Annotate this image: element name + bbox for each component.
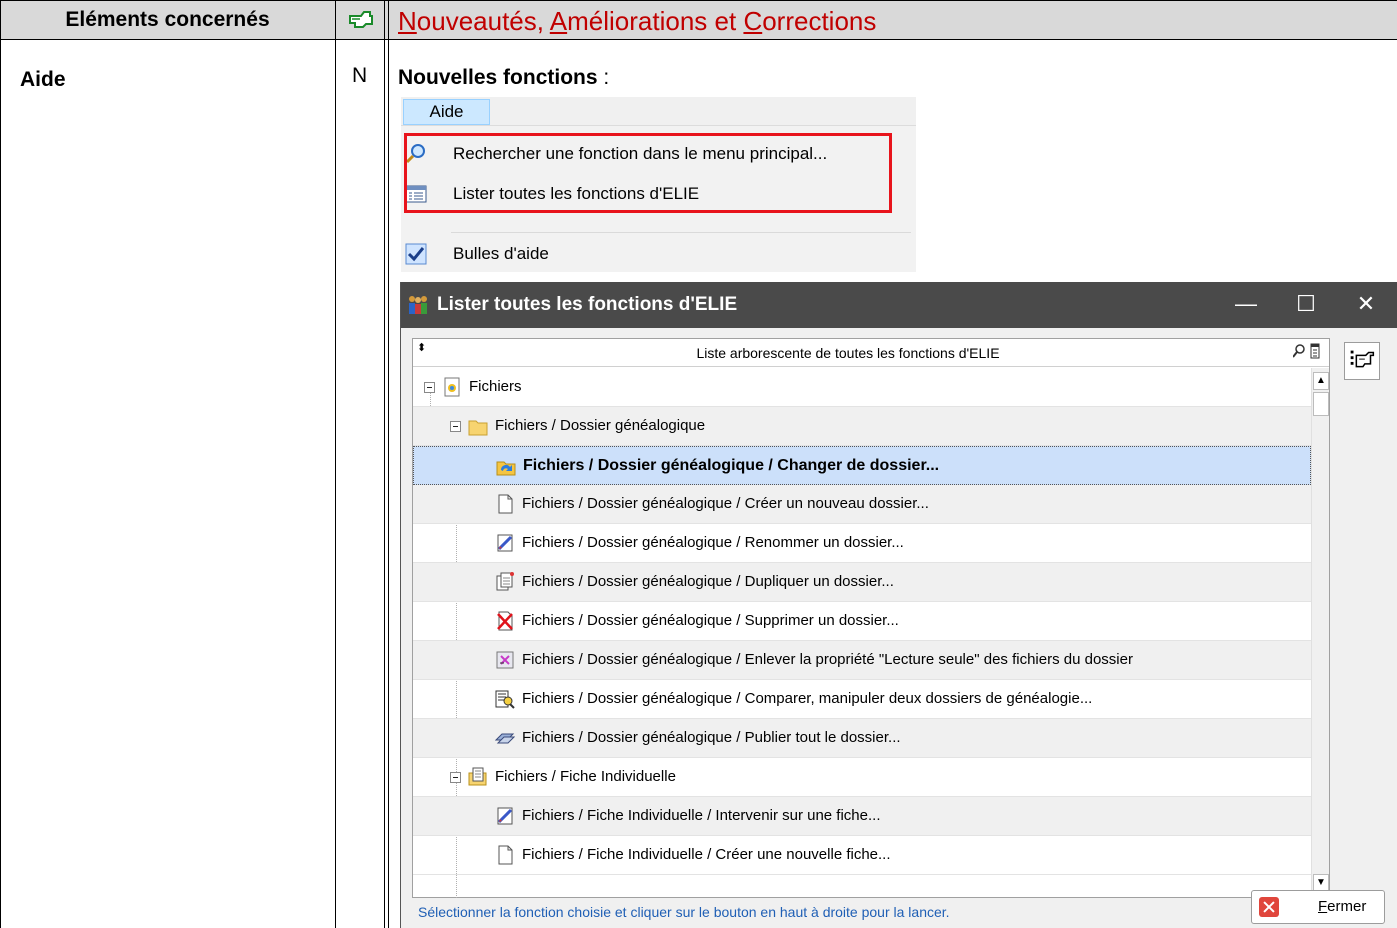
card-icon (468, 767, 487, 786)
blank-page-icon (498, 494, 513, 514)
tree-row-label: Fichiers / Dossier généalogique / Dupliq… (522, 573, 894, 590)
aide-menu[interactable]: Aide (403, 99, 490, 125)
elements-column-header: Eléments concernés (65, 8, 270, 31)
publish-icon (495, 733, 515, 744)
tree-row-label: Fichiers / Fiche Individuelle / Créer un… (522, 846, 891, 863)
dialog-title: Lister toutes les fonctions d'ELIE (437, 294, 738, 315)
tree-row[interactable]: Fichiers / Dossier généalogique / Enleve… (413, 641, 1311, 680)
minimize-button[interactable]: — (1216, 282, 1276, 328)
header-text: ouveautés, (416, 6, 550, 36)
table-border (384, 0, 385, 928)
new-functions-heading: Nouvelles fonctions : (398, 66, 609, 90)
tree-row[interactable]: Fichiers / Dossier généalogique / Change… (413, 446, 1311, 485)
type-cell: N (352, 64, 368, 87)
checked-bubble-icon (405, 243, 427, 265)
rename-icon (497, 534, 513, 552)
heading-bold: Nouvelles fonctions (398, 66, 598, 89)
table-border (388, 0, 389, 928)
collapse-toggle[interactable] (424, 382, 435, 393)
readonly-icon (496, 651, 514, 669)
tree-row-label: Fichiers / Dossier généalogique / Change… (523, 457, 940, 474)
tree-row[interactable]: Fichiers / Dossier généalogique / Renomm… (413, 524, 1311, 563)
delete-icon (497, 611, 513, 631)
tree-row-label: Fichiers / Dossier généalogique / Suppri… (522, 612, 899, 629)
scroll-up-button[interactable]: ▲ (1313, 372, 1329, 390)
blank-page-icon (498, 845, 513, 865)
tree-row-label: Fichiers / Fiche Individuelle (495, 768, 676, 785)
search-filter-icon[interactable] (1293, 343, 1325, 361)
tree-row-label: Fichiers / Dossier généalogique / Renomm… (522, 534, 904, 551)
tree-rows: Fichiers Fichiers / Dossier généalogique F… (413, 368, 1311, 898)
folder-icon (468, 420, 488, 436)
heading-colon: : (597, 66, 610, 89)
menu-item-label: Bulles d'aide (453, 244, 549, 263)
tree-row-label: Fichiers / Dossier généalogique / Publie… (522, 729, 901, 746)
header-text: orrections (762, 6, 877, 36)
tree-row[interactable]: Fichiers / Fiche Individuelle / Créer un… (413, 836, 1311, 875)
highlight-box (404, 133, 892, 213)
dialog-title-bar[interactable]: Lister toutes les fonctions d'ELIE — ☐ ✕ (401, 282, 1397, 328)
duplicate-icon (496, 572, 514, 591)
table-border (0, 0, 1, 928)
tree-row[interactable]: Fichiers / Dossier généalogique / Compar… (413, 680, 1311, 719)
tree-row[interactable]: Fichiers / Dossier généalogique / Publie… (413, 719, 1311, 758)
table-border (0, 39, 1397, 40)
tree-row-label: Fichiers / Dossier généalogique / Enleve… (522, 651, 1133, 668)
scroll-thumb[interactable] (1313, 392, 1329, 416)
header-initial-a: A (549, 6, 568, 36)
collapse-toggle[interactable] (450, 421, 461, 432)
close-window-button[interactable]: ✕ (1336, 282, 1396, 328)
header-initial-n: N (398, 6, 417, 36)
list-header-title: Liste arborescente de toutes les fonctio… (696, 345, 1000, 361)
maximize-button[interactable]: ☐ (1276, 282, 1336, 328)
table-border (335, 0, 336, 928)
family-app-icon (409, 296, 427, 314)
header-initial-c: C (743, 6, 763, 36)
pointing-hand-icon (349, 11, 373, 28)
fermer-label: Fermer (1318, 898, 1367, 915)
status-hint: Sélectionner la fonction choisie et cliq… (418, 904, 950, 920)
file-star-icon (444, 377, 460, 397)
tree-row-label: Fichiers / Fiche Individuelle / Interven… (522, 807, 881, 824)
tree-row[interactable]: Fichiers / Fiche Individuelle / Interven… (413, 797, 1311, 836)
rename-icon (497, 807, 513, 825)
launch-function-button[interactable] (1344, 342, 1380, 380)
tree-row-label: Fichiers / Dossier généalogique (495, 417, 706, 434)
changes-column-header: Nouveautés, Améliorations et Corrections (398, 1, 876, 39)
change-folder-icon (496, 461, 516, 476)
tree-row[interactable]: Fichiers / Fiche Individuelle (413, 758, 1311, 797)
compare-icon (495, 690, 515, 709)
tree-row-label: Fichiers / Dossier généalogique / Créer … (522, 495, 929, 512)
menu-item-help-bubbles[interactable]: Bulles d'aide (401, 234, 916, 274)
tree-row-label: Fichiers (469, 378, 522, 395)
fermer-button[interactable]: Fermer (1251, 890, 1385, 924)
tree-row[interactable]: Fichiers / Dossier généalogique / Créer … (413, 485, 1311, 524)
header-text: méliorations et (567, 6, 744, 36)
functions-tree-list[interactable]: ⬍ Liste arborescente de toutes les fonct… (412, 338, 1330, 898)
vertical-scrollbar[interactable]: ▲ ▼ (1311, 368, 1329, 898)
list-header[interactable]: ⬍ Liste arborescente de toutes les fonct… (413, 339, 1329, 367)
launch-hand-icon (1350, 350, 1375, 368)
close-x-icon (1259, 897, 1279, 917)
collapse-toggle[interactable] (450, 772, 461, 783)
menu-separator (451, 232, 911, 233)
tree-row[interactable]: Fichiers / Dossier généalogique / Suppri… (413, 602, 1311, 641)
element-cell: Aide (20, 68, 66, 91)
list-functions-dialog: Lister toutes les fonctions d'ELIE — ☐ ✕… (400, 282, 1397, 928)
tree-row[interactable]: Fichiers (413, 368, 1311, 407)
tree-row-label: Fichiers / Dossier généalogique / Compar… (522, 690, 1093, 707)
tree-row[interactable]: Fichiers / Dossier généalogique (413, 407, 1311, 446)
tree-row[interactable]: Fichiers / Dossier généalogique / Dupliq… (413, 563, 1311, 602)
menu-bar: Aide (401, 97, 916, 125)
